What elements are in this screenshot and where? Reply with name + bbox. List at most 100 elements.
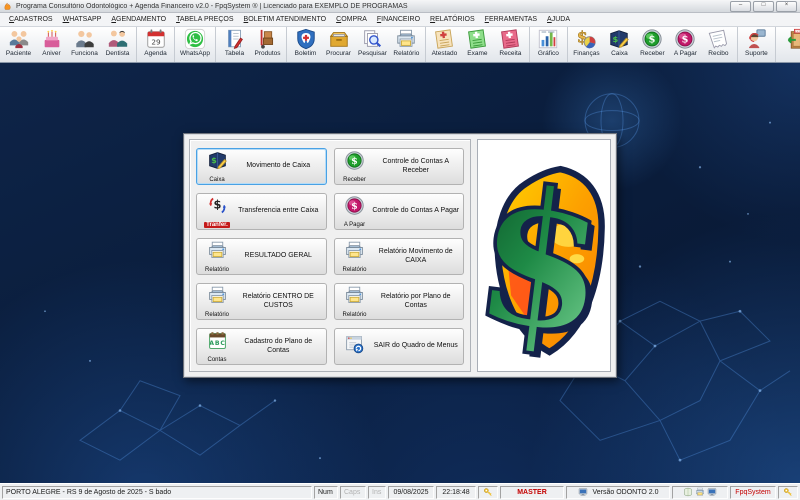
toolbar-group: Suporte [737, 27, 773, 62]
dollar-shield-image: $ $ [477, 139, 611, 372]
transferencia-entre-caixa-button[interactable]: $Tranfer.Transferencia entre Caixa [196, 193, 327, 230]
receipt-icon [707, 28, 729, 50]
menu-item-agendamento[interactable]: AGENDAMENTO [106, 16, 171, 23]
search-drawer-icon [328, 28, 350, 50]
toolbar-exame-button[interactable]: Exame [461, 27, 494, 62]
toolbar-suporte-button[interactable]: Suporte [740, 27, 773, 62]
toolbar-recibo-button[interactable]: Recibo [702, 27, 735, 62]
toolbar-label: Caixa [611, 50, 628, 57]
menu-item-whatsapp[interactable]: WHATSAPP [58, 16, 107, 23]
toolbar-grafico-button[interactable]: Gráfico [532, 27, 565, 62]
menu-item-relatorios[interactable]: RELATÓRIOS [425, 16, 480, 23]
button-caption: Receber [343, 177, 366, 183]
toolbar-whatsapp-button[interactable]: WhatsApp [177, 27, 213, 62]
toolbar-procurar-button[interactable]: Procurar [322, 27, 355, 62]
button-icon-area: $ Caixa [200, 150, 234, 183]
toolbar-group: WhatsApp [174, 27, 213, 62]
toolbar-label: Produtos [254, 50, 280, 57]
relatorio-centro-de-custos-button[interactable]: RelatórioRelatório CENTRO DE CUSTOS [196, 283, 327, 320]
toolbar-receita-button[interactable]: Receita [494, 27, 527, 62]
toolbar-receber-button[interactable]: $Receber [636, 27, 669, 62]
button-caption: Caixa [209, 177, 224, 183]
toolbar-group: Atestado Exame Receita [425, 27, 527, 62]
button-caption: Contas [207, 357, 226, 363]
relatorio-por-plano-de-contas-button[interactable]: RelatórioRelatório por Plano de Contas [334, 283, 465, 320]
controle-do-contas-a-receber-button[interactable]: $ReceberControle do Contas A Receber [334, 148, 465, 185]
svg-text:$: $ [649, 34, 656, 46]
close-button[interactable]: × [776, 1, 797, 12]
price-table-icon [224, 28, 246, 50]
button-icon-area: $Receber [338, 150, 372, 183]
maximize-button[interactable]: □ [753, 1, 774, 12]
tooth-shield-icon [295, 28, 317, 50]
menu-item-boletim-atendimento[interactable]: BOLETIM ATENDIMENTO [239, 16, 332, 23]
coin-green-icon: $ [641, 28, 663, 50]
svg-text:EXIT: EXIT [795, 29, 800, 33]
toolbar-label: Tabela [225, 50, 244, 57]
menu-item-cadastros[interactable]: CADASTROS [4, 16, 58, 23]
relatorio-movimento-de-caixa-button[interactable]: RelatórioRelatório Movimento de CAIXA [334, 238, 465, 275]
monitor-icon [707, 487, 717, 497]
toolbar-paciente-button[interactable]: Paciente [2, 27, 35, 62]
controle-do-contas-a-pagar-button[interactable]: $A PagarControle do Contas A Pagar [334, 193, 465, 230]
toolbar-sair-button[interactable]: EXIT [778, 27, 800, 62]
button-caption: Relatório [205, 312, 229, 318]
status-tools [672, 486, 728, 499]
toolbar-funciona-button[interactable]: Funciona [68, 27, 101, 62]
toolbar-group: BoletimProcurarPesquisarRelatório [286, 27, 423, 62]
toolbar-label: Funciona [71, 50, 98, 57]
toolbar-boletim-button[interactable]: Boletim [289, 27, 322, 62]
toolbar-caixa-button[interactable]: $Caixa [603, 27, 636, 62]
button-caption: Tranfer. [204, 222, 230, 228]
button-icon-area: Relatório [200, 285, 234, 318]
printer-icon [207, 285, 228, 311]
toolbar-label: Finanças [573, 50, 599, 57]
toolbar-dentista-button[interactable]: Dentista [101, 27, 134, 62]
button-icon-area: $Tranfer. [200, 195, 234, 228]
toolbar-agenda-button[interactable]: 29Agenda [139, 27, 172, 62]
note-beige-icon [433, 28, 455, 50]
status-brand[interactable]: FpqSystem [730, 486, 776, 499]
printer-icon [344, 240, 365, 266]
transfer-icon: $ [207, 195, 228, 221]
staff-icon [74, 28, 96, 50]
support-icon [745, 28, 767, 50]
cashbook-icon: $ [207, 150, 228, 176]
financial-menu-dialog: $ Caixa Movimento de Caixa $ReceberControle… [183, 133, 617, 378]
button-label: Relatório Movimento de CAIXA [372, 248, 461, 264]
cashbook-icon: $ [608, 28, 630, 50]
status-version: Versão ODONTO 2.0 [566, 486, 670, 499]
button-icon-area: Relatório [338, 285, 372, 318]
toolbar-financas-button[interactable]: $Finanças [570, 27, 603, 62]
menu-item-financeiro[interactable]: FINANCEIRO [372, 16, 425, 23]
toolbar-label: Exame [467, 50, 487, 57]
minimize-button[interactable]: – [730, 1, 751, 12]
toolbar-produtos-button[interactable]: Produtos [251, 27, 284, 62]
button-caption: A Pagar [344, 222, 365, 228]
button-label: Movimento de Caixa [234, 162, 323, 170]
note-green-icon [466, 28, 488, 50]
status-caps-lock: Caps [340, 486, 366, 499]
svg-text:$: $ [211, 156, 216, 165]
toolbar-label: Dentista [106, 50, 130, 57]
menu-item-compra[interactable]: COMPRA [331, 16, 372, 23]
desktop-background: $ Caixa Movimento de Caixa $ReceberControle… [0, 63, 800, 483]
movimento-de-caixa-button[interactable]: $ Caixa Movimento de Caixa [196, 148, 327, 185]
resultado-geral-button[interactable]: RelatórioRESULTADO GERAL [196, 238, 327, 275]
menu-item-ajuda[interactable]: AJUDA [542, 16, 575, 23]
toolbar-atestado-button[interactable]: Atestado [428, 27, 461, 62]
toolbar-group: Tabela Produtos [215, 27, 284, 62]
button-caption: Relatório [342, 312, 366, 318]
cadastro-do-plano-de-contas-button[interactable]: ABCContasCadastro do Plano de Contas [196, 328, 327, 365]
toolbar-tabela-button[interactable]: Tabela [218, 27, 251, 62]
exit-door-icon: EXIT [783, 28, 800, 50]
toolbar-pesquisar-button[interactable]: Pesquisar [355, 27, 390, 62]
menu-item-ferramentas[interactable]: FERRAMENTAS [480, 16, 542, 23]
toolbar-aniver-button[interactable]: Aniver [35, 27, 68, 62]
toolbar-a-pagar-button[interactable]: $A Pagar [669, 27, 702, 62]
toolbar-label: Suporte [745, 50, 768, 57]
sair-do-quadro-de-menus-button[interactable]: SAIR do Quadro de Menus [334, 328, 465, 365]
button-icon-area: ABCContas [200, 330, 234, 363]
menu-item-tabela-precos[interactable]: TABELA PREÇOS [171, 16, 238, 23]
toolbar-relatorio-button[interactable]: Relatório [390, 27, 423, 62]
